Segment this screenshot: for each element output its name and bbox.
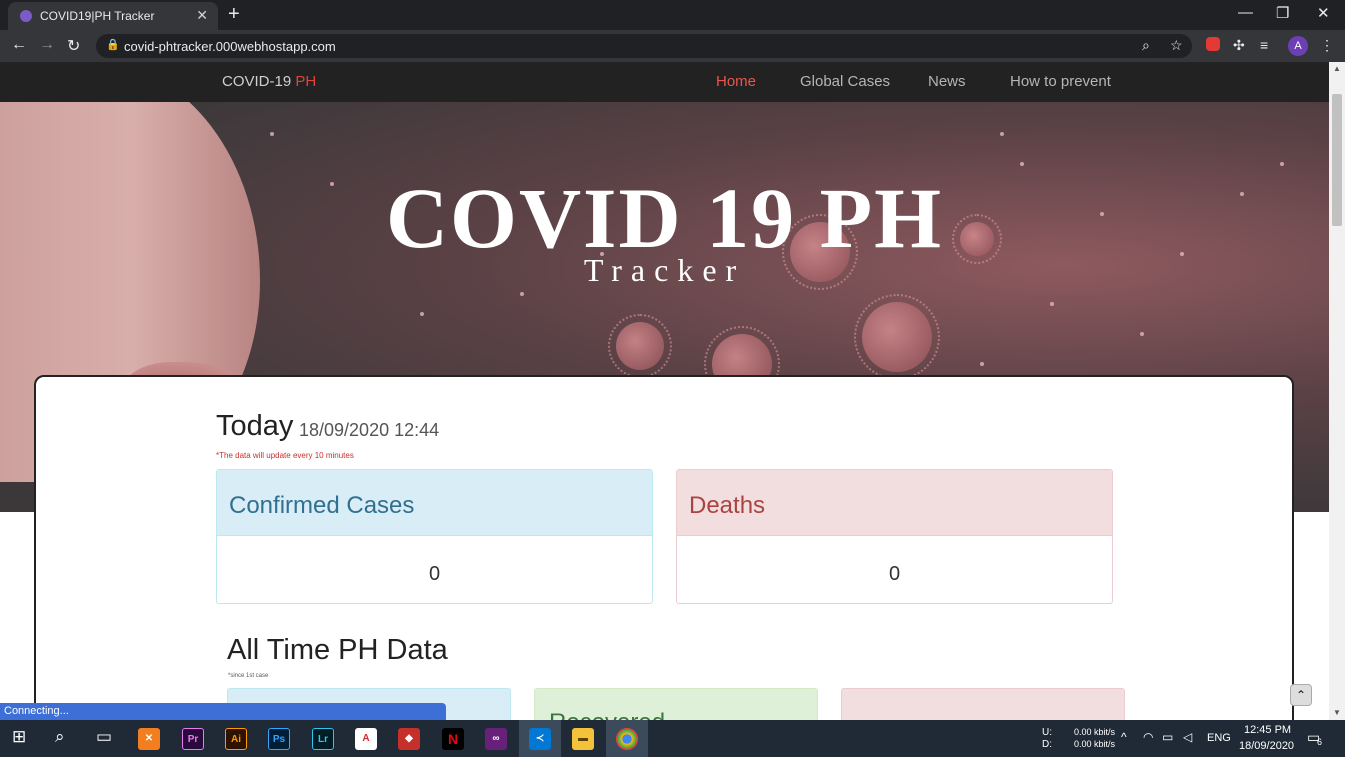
nav-news[interactable]: News — [928, 73, 966, 90]
back-icon[interactable]: ← — [11, 36, 27, 54]
scroll-up-icon[interactable]: ▲ — [1333, 64, 1341, 73]
scroll-down-icon[interactable]: ▼ — [1333, 708, 1341, 717]
visual-studio-icon[interactable]: ∞ — [485, 728, 507, 750]
clock-date[interactable]: 18/09/2020 — [1239, 740, 1294, 752]
browser-tab[interactable]: COVID19|PH Tracker ✕ — [8, 2, 218, 30]
hero-subtitle: Tracker — [583, 252, 746, 288]
confirmed-cases-value: 0 — [428, 563, 441, 585]
lightroom-icon[interactable]: Lr — [312, 728, 334, 750]
scroll-to-top-button[interactable]: ⌃ — [1290, 684, 1312, 706]
file-explorer-icon[interactable]: ▬ — [572, 728, 594, 750]
task-view-icon[interactable]: ▭ — [96, 727, 112, 747]
notification-count: 6 — [1317, 737, 1323, 747]
today-heading: Today — [216, 410, 294, 442]
illustrator-icon[interactable]: Ai — [225, 728, 247, 750]
battery-icon[interactable]: ▭ — [1162, 730, 1173, 744]
close-tab-icon[interactable]: ✕ — [196, 7, 208, 24]
net-up-speed: 0.00 kbit/s — [1074, 727, 1116, 737]
brand-accent: PH — [295, 73, 317, 90]
virus-graphic — [854, 294, 940, 380]
address-bar[interactable]: 🔒 covid-phtracker.000webhostapp.com ⌕ ☆ — [96, 34, 1192, 58]
notifications-icon[interactable]: ▭ 6 — [1307, 729, 1327, 749]
reload-icon[interactable]: ↻ — [67, 36, 80, 56]
loading-status: Connecting... — [0, 703, 446, 721]
new-tab-icon[interactable]: + — [228, 3, 240, 26]
alltime-heading: All Time PH Data — [227, 634, 448, 666]
photoshop-icon[interactable]: Ps — [268, 728, 290, 750]
close-window-icon[interactable]: ✕ — [1317, 4, 1330, 22]
browser-tab-strip: COVID19|PH Tracker ✕ + — ❐ ✕ — [0, 0, 1345, 30]
net-down-speed: 0.00 kbit/s — [1074, 739, 1116, 749]
language-indicator[interactable]: ENG — [1207, 732, 1231, 744]
deaths-value: 0 — [888, 563, 901, 585]
lock-icon[interactable]: 🔒 — [106, 38, 120, 51]
xampp-icon[interactable]: ✕ — [138, 728, 160, 750]
nav-home[interactable]: Home — [716, 73, 756, 90]
acrobat-icon[interactable]: A — [355, 728, 377, 750]
redis-icon[interactable]: ◆ — [398, 728, 420, 750]
browser-menu-icon[interactable]: ⋮ — [1320, 37, 1334, 54]
forward-icon[interactable]: → — [39, 36, 55, 54]
browser-toolbar: ← → ↻ 🔒 covid-phtracker.000webhostapp.co… — [0, 30, 1345, 62]
panel-heading: Deaths — [677, 470, 1112, 536]
bookmark-star-icon[interactable]: ☆ — [1170, 37, 1183, 54]
panel-heading: Confirmed Cases — [217, 470, 652, 536]
net-up-label: U: — [1042, 727, 1052, 738]
profile-avatar[interactable]: A — [1288, 36, 1308, 56]
chrome-icon[interactable] — [616, 728, 638, 750]
brand-text: COVID-19 — [222, 73, 296, 90]
site-brand[interactable]: COVID-19 PH — [222, 73, 316, 90]
premiere-icon[interactable]: Pr — [182, 728, 204, 750]
confirmed-cases-panel: Confirmed Cases 0 — [216, 469, 653, 604]
netflix-icon[interactable]: N — [442, 728, 464, 750]
scrollbar-thumb[interactable] — [1332, 94, 1342, 226]
deaths-panel: Deaths 0 — [676, 469, 1113, 604]
restore-window-icon[interactable]: ❐ — [1276, 4, 1289, 22]
windows-taskbar: ⊞ ⌕ ▭ ✕ Pr Ai Ps Lr A ◆ N ∞ ≺ ▬ U: D: 0.… — [0, 720, 1345, 757]
tab-title: COVID19|PH Tracker — [40, 9, 155, 23]
show-hidden-icons-icon[interactable]: ^ — [1121, 730, 1127, 744]
extension-shield-icon[interactable] — [1206, 37, 1220, 51]
zoom-icon[interactable]: ⌕ — [1142, 37, 1150, 54]
net-down-label: D: — [1042, 739, 1052, 750]
update-note: *The data will update every 10 minutes — [216, 451, 354, 460]
extensions-puzzle-icon[interactable]: ✣ — [1233, 37, 1245, 54]
windows-start-icon[interactable]: ⊞ — [12, 727, 26, 747]
url-text[interactable]: covid-phtracker.000webhostapp.com — [124, 39, 336, 54]
alltime-note: *since 1st case — [228, 673, 269, 679]
volume-icon[interactable]: ◁ — [1183, 730, 1192, 744]
site-navbar: COVID-19 PH Home Global Cases News How t… — [0, 62, 1329, 102]
today-date: 18/09/2020 12:44 — [299, 420, 440, 440]
nav-how-to-prevent[interactable]: How to prevent — [1010, 73, 1111, 90]
site-favicon-icon — [20, 10, 32, 22]
search-icon[interactable]: ⌕ — [55, 727, 65, 747]
page-scrollbar[interactable]: ▲ ▼ — [1329, 62, 1345, 720]
wifi-icon[interactable]: ◠ — [1143, 730, 1153, 744]
media-control-icon[interactable]: ≡ — [1260, 37, 1268, 53]
virus-graphic — [608, 314, 672, 378]
deaths-label: Deaths — [689, 492, 766, 519]
nav-global-cases[interactable]: Global Cases — [800, 73, 890, 90]
vscode-icon[interactable]: ≺ — [529, 728, 551, 750]
confirmed-cases-label: Confirmed Cases — [229, 492, 415, 519]
clock-time[interactable]: 12:45 PM — [1244, 724, 1291, 736]
minimize-icon[interactable]: — — [1238, 4, 1253, 21]
